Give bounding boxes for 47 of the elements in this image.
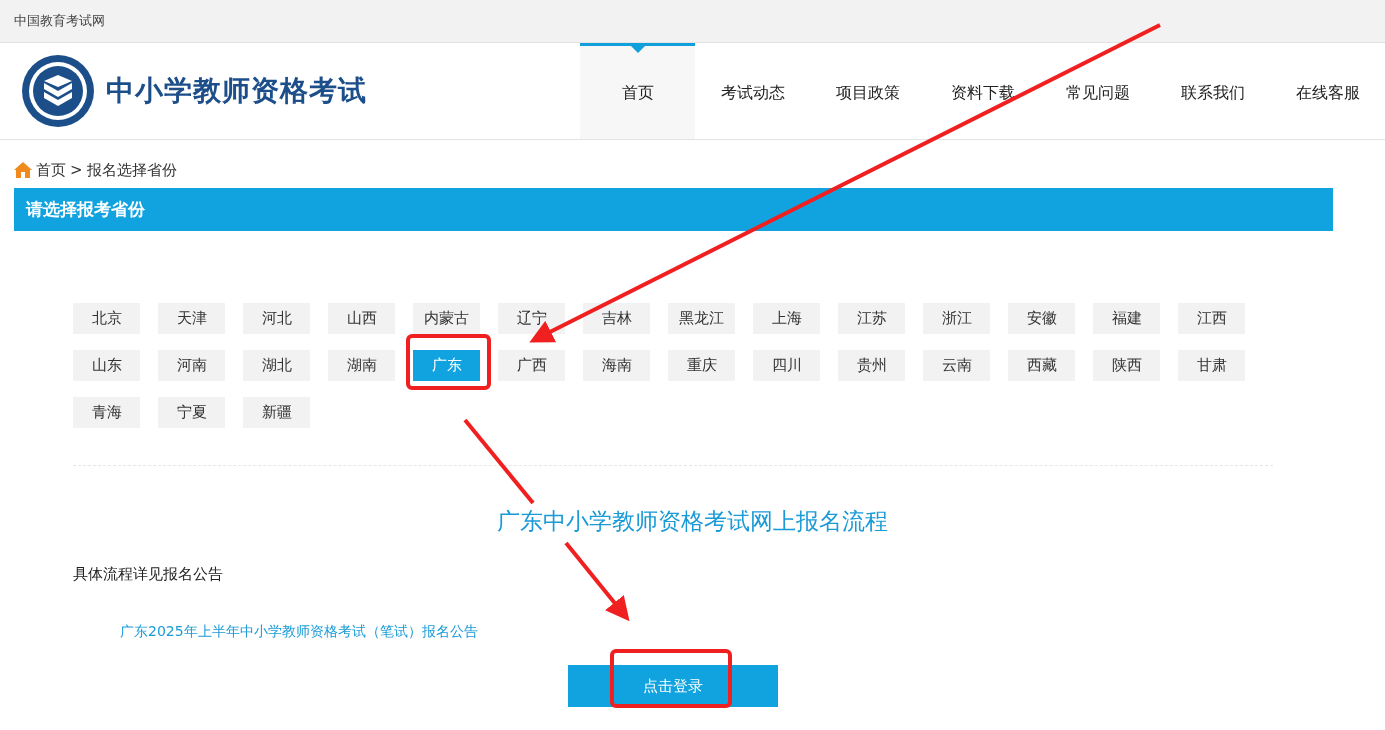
process-note: 具体流程详见报名公告	[73, 563, 224, 585]
province-button[interactable]: 河南	[158, 350, 225, 381]
site-name: 中国教育考试网	[14, 12, 105, 31]
province-button[interactable]: 山西	[328, 303, 395, 334]
nav-tab[interactable]: 资料下载	[925, 43, 1040, 139]
nav-tab[interactable]: 首页	[580, 43, 695, 139]
nav-tab[interactable]: 项目政策	[810, 43, 925, 139]
province-button[interactable]: 湖北	[243, 350, 310, 381]
province-button[interactable]: 黑龙江	[668, 303, 735, 334]
province-button[interactable]: 内蒙古	[413, 303, 480, 334]
province-button[interactable]: 广西	[498, 350, 565, 381]
breadcrumb-separator: >	[70, 159, 83, 181]
province-button[interactable]: 河北	[243, 303, 310, 334]
province-button[interactable]: 江苏	[838, 303, 905, 334]
nav-tab[interactable]: 在线客服	[1270, 43, 1385, 139]
province-button[interactable]: 辽宁	[498, 303, 565, 334]
breadcrumb-current: 报名选择省份	[86, 159, 177, 181]
province-button[interactable]: 陕西	[1093, 350, 1160, 381]
nav-tab[interactable]: 常见问题	[1040, 43, 1155, 139]
province-button[interactable]: 甘肃	[1178, 350, 1245, 381]
province-button[interactable]: 山东	[73, 350, 140, 381]
province-button[interactable]: 浙江	[923, 303, 990, 334]
province-button[interactable]: 海南	[583, 350, 650, 381]
nav-tab[interactable]: 联系我们	[1155, 43, 1270, 139]
breadcrumb-link[interactable]: 首页	[36, 158, 66, 182]
province-button[interactable]: 宁夏	[158, 397, 225, 428]
province-button[interactable]: 吉林	[583, 303, 650, 334]
province-button[interactable]: 贵州	[838, 350, 905, 381]
province-button[interactable]: 西藏	[1008, 350, 1075, 381]
site-logo-title: 中小学教师资格考试	[106, 73, 367, 109]
province-button[interactable]: 湖南	[328, 350, 395, 381]
province-button[interactable]: 江西	[1178, 303, 1245, 334]
province-button[interactable]: 天津	[158, 303, 225, 334]
section-title-bar: 请选择报考省份	[14, 188, 1333, 231]
process-title: 广东中小学教师资格考试网上报名流程	[496, 507, 889, 536]
logo-icon	[20, 53, 96, 129]
province-button[interactable]: 青海	[73, 397, 140, 428]
province-button[interactable]: 新疆	[243, 397, 310, 428]
province-button[interactable]: 福建	[1093, 303, 1160, 334]
province-button[interactable]: 四川	[753, 350, 820, 381]
province-button[interactable]: 上海	[753, 303, 820, 334]
province-button[interactable]: 安徽	[1008, 303, 1075, 334]
province-button[interactable]: 重庆	[668, 350, 735, 381]
province-button[interactable]: 云南	[923, 350, 990, 381]
nav-tab[interactable]: 考试动态	[695, 43, 810, 139]
province-button[interactable]: 北京	[73, 303, 140, 334]
home-icon	[14, 162, 32, 178]
